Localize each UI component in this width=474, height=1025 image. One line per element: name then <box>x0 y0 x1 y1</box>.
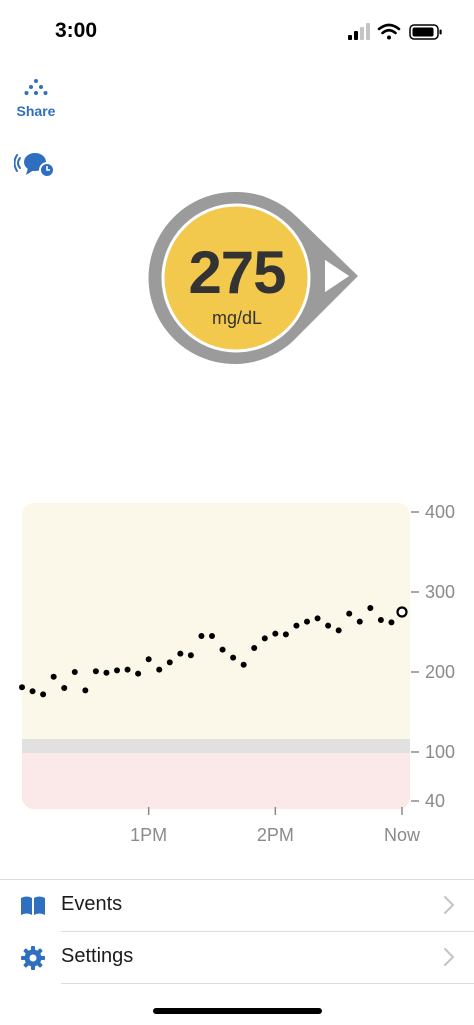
status-time: 3:00 <box>55 19 98 42</box>
data-point <box>61 685 68 691</box>
speaking-alert-icon <box>13 153 55 178</box>
current-reading-point <box>396 606 408 618</box>
chart-background <box>22 503 410 809</box>
low-zone <box>22 753 410 809</box>
data-point <box>377 617 384 623</box>
settings-label: Settings <box>61 945 134 967</box>
wifi-icon <box>377 23 401 40</box>
data-point <box>103 669 110 676</box>
data-point <box>346 610 353 617</box>
events-label: Events <box>61 893 123 915</box>
data-point <box>272 630 279 637</box>
share-dots-icon <box>24 79 48 95</box>
data-point <box>82 687 89 694</box>
data-point <box>314 615 321 622</box>
data-point <box>335 627 342 634</box>
data-point <box>71 669 78 675</box>
data-point <box>156 666 163 673</box>
data-point <box>282 631 289 638</box>
target-band <box>22 739 410 753</box>
data-point <box>124 666 131 673</box>
share-button[interactable]: Share <box>12 78 60 122</box>
divider <box>61 983 474 984</box>
data-point <box>29 688 36 695</box>
home-indicator <box>153 1008 322 1014</box>
y-axis: 400 300 200 100 40 <box>411 502 455 811</box>
data-point <box>40 691 47 698</box>
data-point <box>230 654 237 661</box>
data-point <box>356 618 363 625</box>
data-point <box>135 670 142 677</box>
data-point <box>261 635 268 642</box>
data-point <box>367 605 374 611</box>
data-point <box>114 667 120 674</box>
alert-button[interactable] <box>13 150 58 180</box>
x-tick-label: Now <box>384 825 421 845</box>
data-point <box>325 622 332 629</box>
data-point <box>251 645 258 651</box>
glucose-trend-chart[interactable]: 400 300 200 100 40 1PM 2PM Now <box>0 495 474 855</box>
x-axis: 1PM 2PM Now <box>130 807 421 845</box>
y-tick-label: 200 <box>425 662 455 682</box>
y-tick-label: 100 <box>425 742 455 762</box>
glucose-value: 275 <box>188 239 286 306</box>
cellular-signal-icon <box>348 23 370 40</box>
chevron-right-icon <box>444 948 454 966</box>
data-point <box>166 659 173 666</box>
data-point <box>219 646 226 653</box>
data-point <box>19 684 25 691</box>
data-point <box>388 619 395 626</box>
data-point <box>304 618 310 625</box>
data-point <box>198 633 205 639</box>
events-row[interactable]: Events <box>0 880 474 932</box>
chevron-right-icon <box>444 896 454 914</box>
gear-icon <box>21 946 45 970</box>
status-bar: 3:00 <box>0 0 474 62</box>
data-point <box>177 650 184 657</box>
data-point <box>50 673 57 680</box>
data-point <box>240 661 247 668</box>
y-tick-label: 40 <box>425 791 445 811</box>
x-tick-label: 1PM <box>130 825 167 845</box>
data-point <box>92 668 99 675</box>
data-point <box>145 656 152 663</box>
data-point <box>209 633 215 639</box>
high-zone <box>22 503 410 739</box>
glucose-unit: mg/dL <box>211 308 263 328</box>
data-point <box>293 622 300 629</box>
book-icon <box>21 896 45 915</box>
battery-icon <box>409 24 442 40</box>
y-tick-label: 300 <box>425 582 455 602</box>
share-label: Share <box>16 103 56 119</box>
y-tick-label: 400 <box>425 502 455 522</box>
data-point <box>187 652 194 659</box>
x-tick-label: 2PM <box>257 825 294 845</box>
settings-row[interactable]: Settings <box>0 932 474 984</box>
status-icons <box>348 23 442 40</box>
